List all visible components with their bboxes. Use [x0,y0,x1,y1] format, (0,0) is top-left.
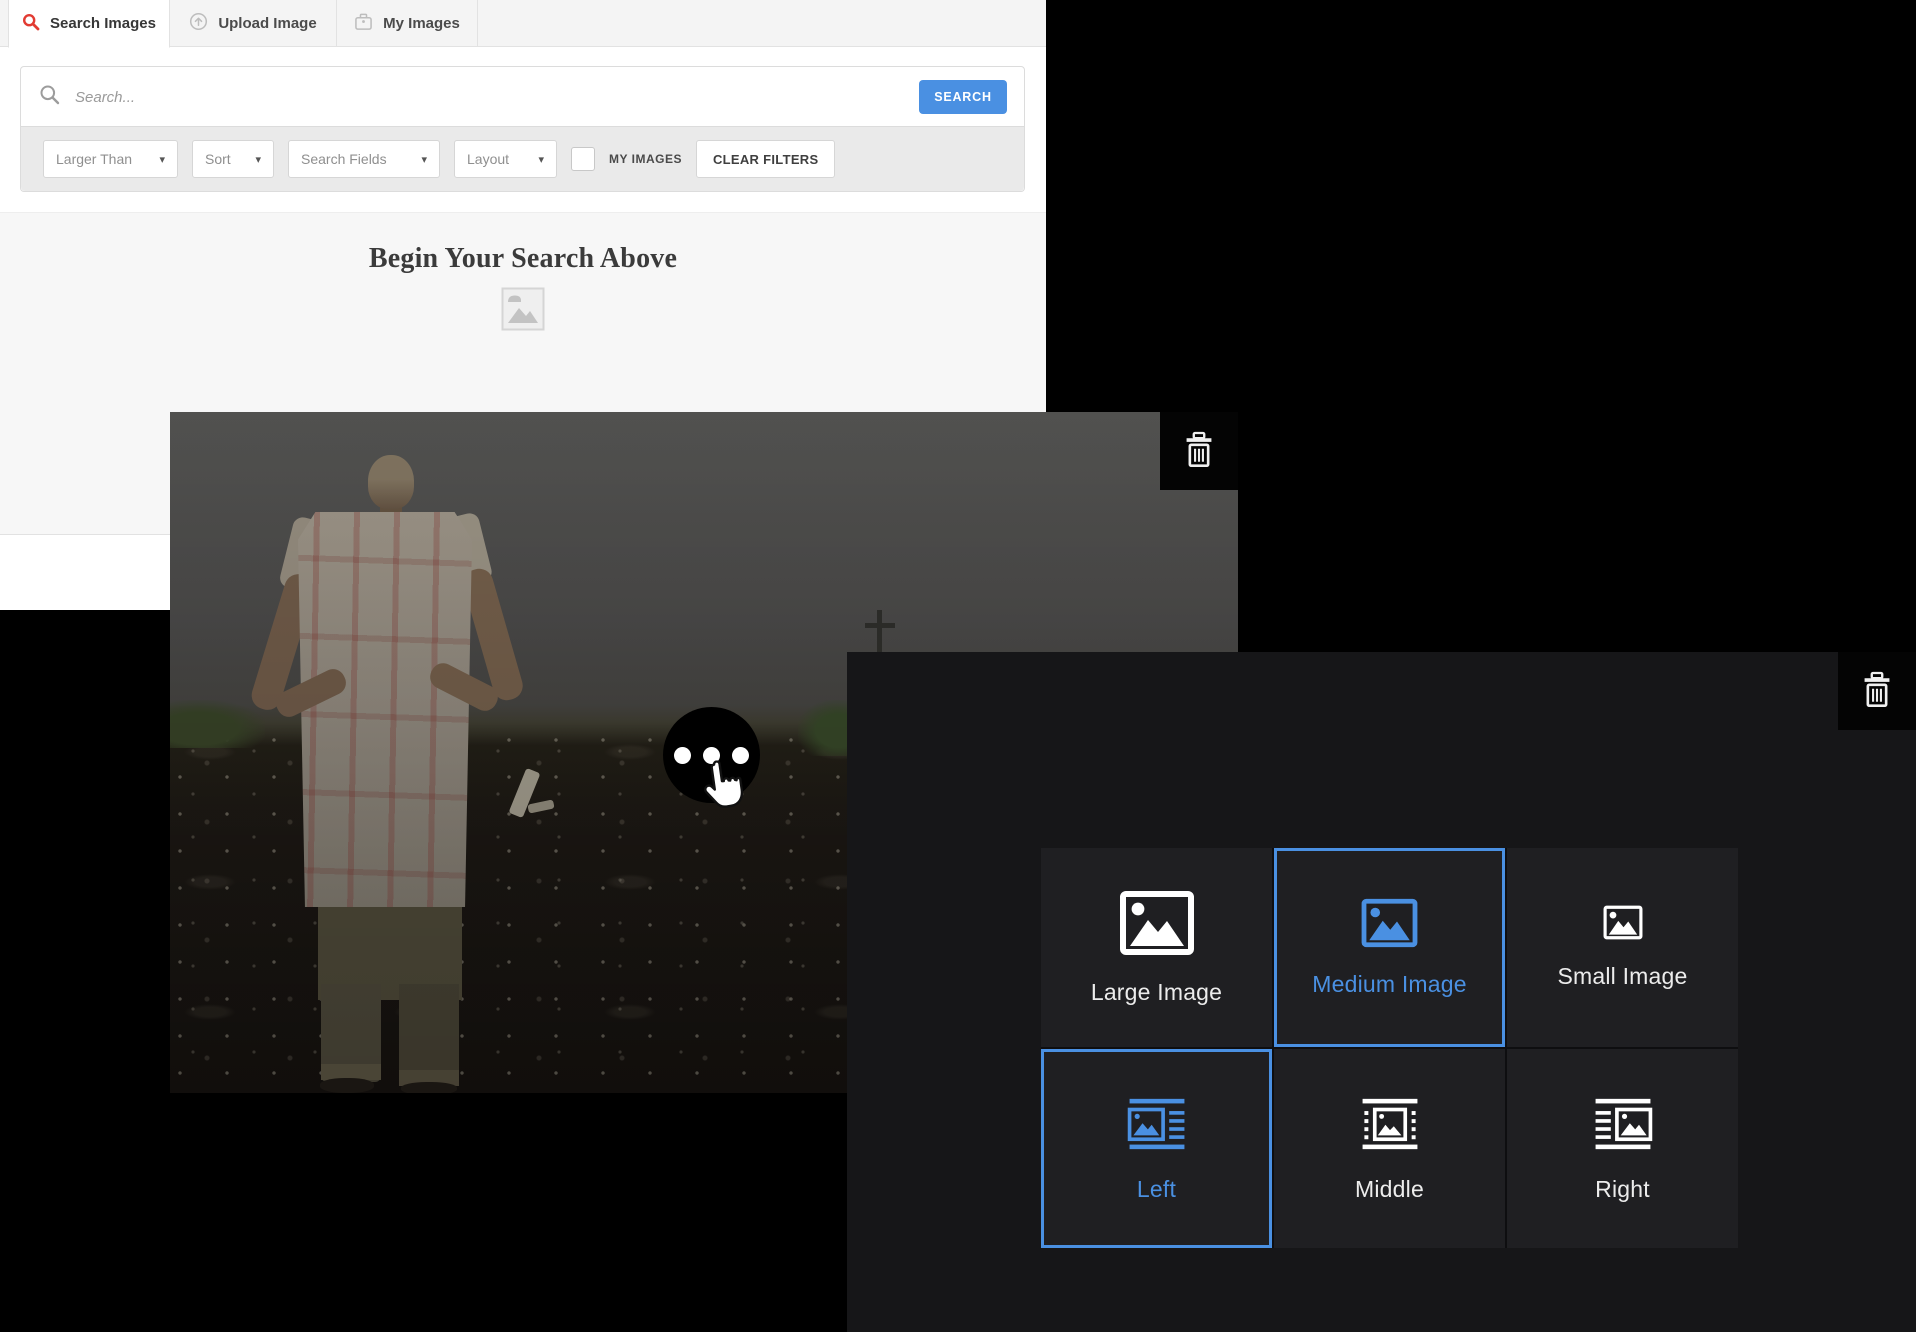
tab-label: Upload Image [218,15,316,32]
trash-icon [1860,671,1894,712]
chevron-down-icon: ▾ [421,153,427,166]
layout-options-grid: Large Image Medium Image Small Image Lef… [1041,848,1738,1248]
image-small-icon [1603,905,1643,945]
layout-option-label: Middle [1355,1176,1424,1203]
sort-dropdown[interactable]: Sort ▾ [192,140,274,178]
chevron-down-icon: ▾ [159,153,165,166]
search-box: SEARCH Larger Than ▾ Sort ▾ Search Field… [20,66,1025,192]
larger-than-dropdown[interactable]: Larger Than ▾ [43,140,178,178]
layout-dropdown[interactable]: Layout ▾ [454,140,557,178]
trash-icon [1182,431,1216,472]
dropdown-label: Layout [467,151,509,167]
clear-filters-button[interactable]: CLEAR FILTERS [696,140,836,178]
search-input[interactable] [75,89,775,106]
layout-option-large-image[interactable]: Large Image [1041,848,1272,1047]
chevron-down-icon: ▾ [255,153,261,166]
dropdown-label: Larger Than [56,151,132,167]
tab-label: My Images [383,15,460,32]
dropdown-label: Search Fields [301,151,387,167]
layout-option-left[interactable]: Left [1041,1049,1272,1248]
layout-option-label: Small Image [1557,963,1687,990]
layout-option-label: Left [1137,1176,1176,1203]
my-images-checkbox[interactable] [571,147,595,171]
image-layout-panel: Large Image Medium Image Small Image Lef… [847,652,1916,1332]
cursor-pointer-icon [694,757,747,818]
search-row: SEARCH [21,67,1024,127]
layout-option-label: Right [1595,1176,1650,1203]
ellipsis-dot [674,747,691,764]
align-middle-icon [1358,1095,1422,1158]
image-medium-icon [1361,898,1418,953]
image-large-icon [1119,890,1195,961]
search-button[interactable]: SEARCH [919,80,1007,114]
empty-state-heading: Begin Your Search Above [0,243,1046,275]
search-fields-dropdown[interactable]: Search Fields ▾ [288,140,440,178]
search-icon [22,13,40,35]
my-images-checkbox-label: MY IMAGES [609,152,682,166]
chevron-down-icon: ▾ [538,153,544,166]
tab-my-images[interactable]: My Images [337,0,478,47]
layout-option-medium-image[interactable]: Medium Image [1274,848,1505,1047]
tab-bar: Search Images Upload Image My Images [0,0,1046,47]
layout-option-small-image[interactable]: Small Image [1507,848,1738,1047]
filter-row: Larger Than ▾ Sort ▾ Search Fields ▾ Lay… [21,126,1024,191]
photo-delete-button[interactable] [1160,412,1238,490]
dropdown-label: Sort [205,151,231,167]
upload-icon [189,12,208,35]
tab-search-images[interactable]: Search Images [8,0,170,48]
align-right-icon [1591,1095,1655,1158]
tab-label: Search Images [50,15,156,32]
image-placeholder-icon [501,287,545,336]
layout-option-label: Medium Image [1312,971,1467,998]
layout-option-middle[interactable]: Middle [1274,1049,1505,1248]
tab-upload-image[interactable]: Upload Image [170,0,337,47]
align-left-icon [1125,1095,1189,1158]
layout-option-label: Large Image [1091,979,1222,1006]
briefcase-icon [354,13,373,35]
magnifier-icon [39,84,61,111]
panel-delete-button[interactable] [1838,652,1916,730]
layout-option-right[interactable]: Right [1507,1049,1738,1248]
